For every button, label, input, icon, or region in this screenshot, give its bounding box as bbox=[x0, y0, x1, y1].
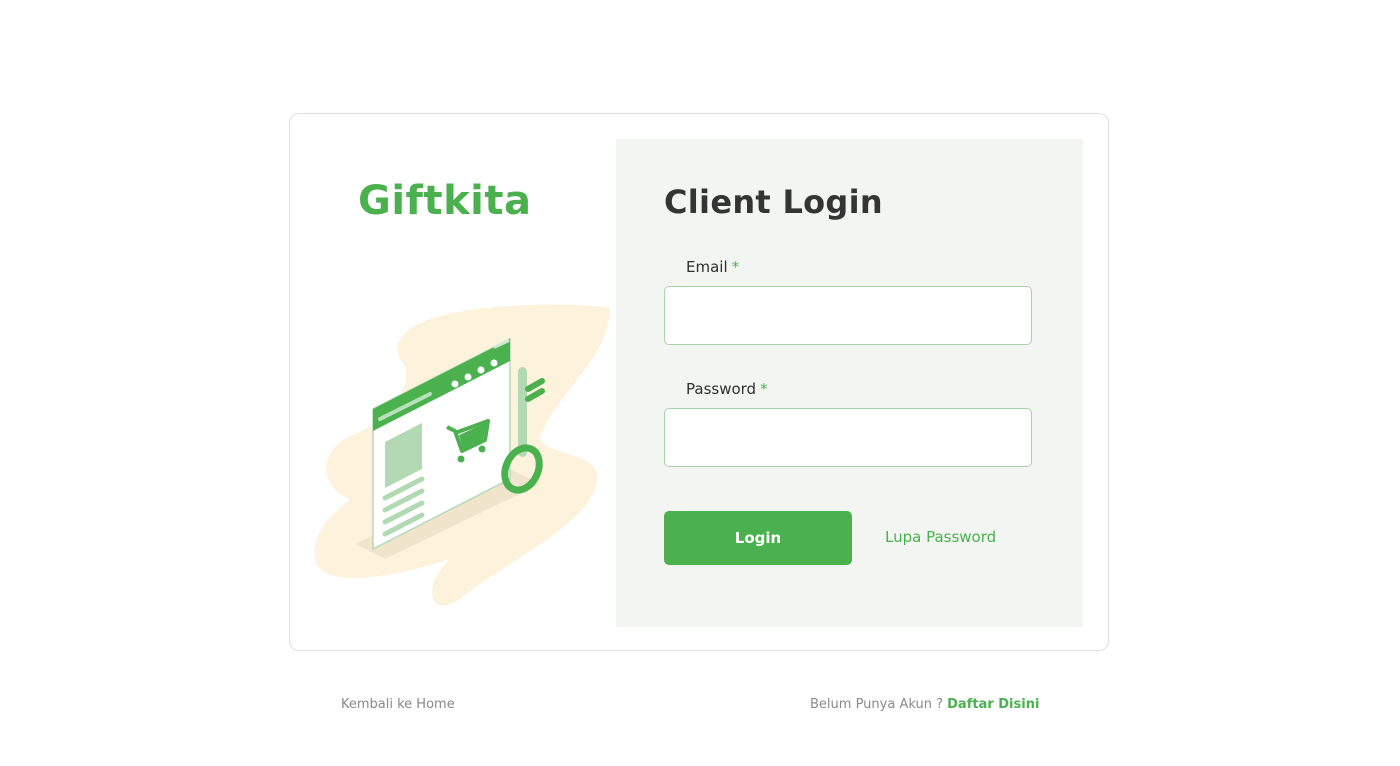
shopping-illustration bbox=[314, 304, 610, 606]
back-to-home-link[interactable]: Kembali ke Home bbox=[341, 697, 455, 712]
email-input[interactable] bbox=[664, 286, 1032, 345]
brand-logo[interactable]: Giftkita bbox=[358, 178, 532, 224]
required-mark: * bbox=[760, 380, 768, 398]
required-mark: * bbox=[731, 258, 740, 276]
register-link[interactable]: Daftar Disini bbox=[947, 697, 1039, 712]
register-prompt: Belum Punya Akun ? Daftar Disini bbox=[810, 697, 1039, 712]
password-input[interactable] bbox=[664, 408, 1032, 467]
email-label-text: Email bbox=[686, 258, 728, 276]
page-title: Client Login bbox=[664, 183, 883, 221]
no-account-text: Belum Punya Akun ? bbox=[810, 697, 943, 712]
forgot-password-link[interactable]: Lupa Password bbox=[885, 528, 996, 546]
login-card: Giftkita Client Login Email * Password *… bbox=[289, 113, 1109, 651]
login-form-panel: Client Login Email * Password * Login Lupa… bbox=[616, 139, 1083, 627]
login-button[interactable]: Login bbox=[664, 511, 852, 565]
password-label: Password * bbox=[686, 380, 768, 398]
brand-pane: Giftkita bbox=[290, 114, 616, 650]
email-label: Email * bbox=[686, 258, 739, 276]
password-label-text: Password bbox=[686, 380, 757, 398]
